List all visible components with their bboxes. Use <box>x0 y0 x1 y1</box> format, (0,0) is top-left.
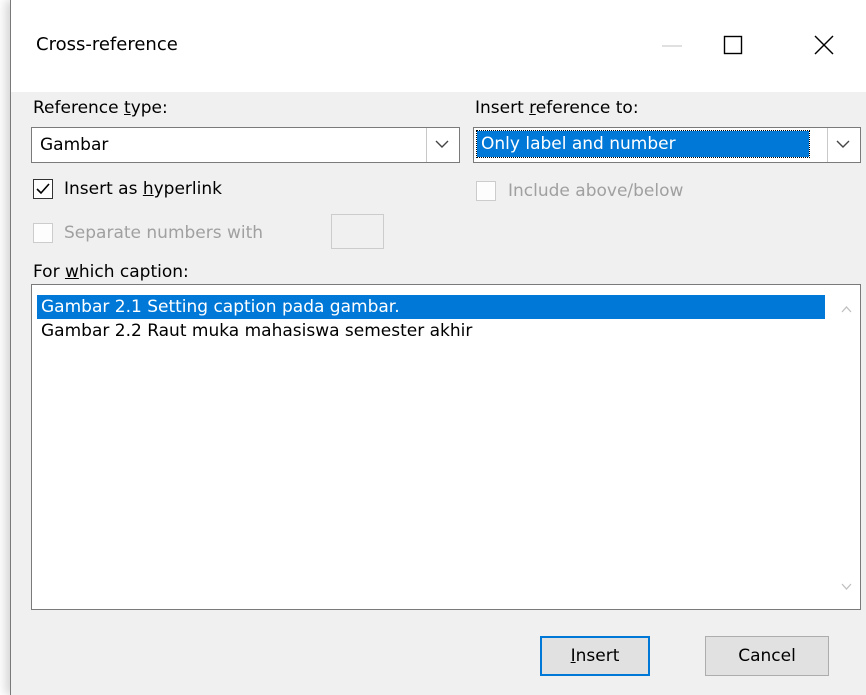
caption-list-label: For which caption: <box>33 262 189 282</box>
separator-input <box>331 214 384 249</box>
close-icon <box>814 35 834 55</box>
close-button[interactable] <box>794 24 854 68</box>
separate-numbers-checkbox <box>33 223 53 243</box>
include-above-below-label: Include above/below <box>508 181 684 201</box>
maximize-button[interactable] <box>703 24 763 68</box>
list-item[interactable]: Gambar 2.1 Setting caption pada gambar. <box>37 295 825 319</box>
separate-numbers-label: Separate numbers with <box>64 223 264 243</box>
chevron-down-icon[interactable] <box>841 583 852 591</box>
insert-as-hyperlink-label[interactable]: Insert as hyperlink <box>64 179 222 199</box>
minimize-icon <box>662 45 682 47</box>
cross-reference-dialog: Cross-reference Reference type: Gambar I… <box>10 0 866 695</box>
reference-type-dropdown[interactable]: Gambar <box>31 127 460 163</box>
insert-as-hyperlink-checkbox[interactable] <box>33 179 53 199</box>
dialog-title: Cross-reference <box>36 34 178 55</box>
insert-reference-to-dropdown-button[interactable] <box>827 128 860 162</box>
insert-reference-to-label: Insert reference to: <box>475 98 639 118</box>
minimize-button <box>642 24 702 68</box>
include-above-below-checkbox <box>476 181 496 201</box>
caption-listbox[interactable]: Gambar 2.1 Setting caption pada gambar. … <box>31 284 861 610</box>
list-item[interactable]: Gambar 2.2 Raut muka mahasiswa semester … <box>37 319 825 343</box>
insert-reference-to-dropdown[interactable]: Only label and number <box>473 127 861 163</box>
chevron-down-icon <box>836 140 850 148</box>
maximize-icon <box>723 35 743 55</box>
chevron-up-icon[interactable] <box>841 305 852 313</box>
chevron-down-icon <box>435 140 449 148</box>
title-bar[interactable]: Cross-reference <box>11 0 866 92</box>
cancel-button[interactable]: Cancel <box>705 636 829 676</box>
reference-type-dropdown-button[interactable] <box>426 128 459 162</box>
insert-button[interactable]: Insert <box>540 636 650 676</box>
insert-reference-to-value: Only label and number <box>476 130 810 158</box>
vertical-scrollbar[interactable] <box>832 285 860 609</box>
reference-type-label: Reference type: <box>33 98 168 118</box>
reference-type-value: Gambar <box>40 135 109 155</box>
checkmark-icon <box>36 183 50 195</box>
